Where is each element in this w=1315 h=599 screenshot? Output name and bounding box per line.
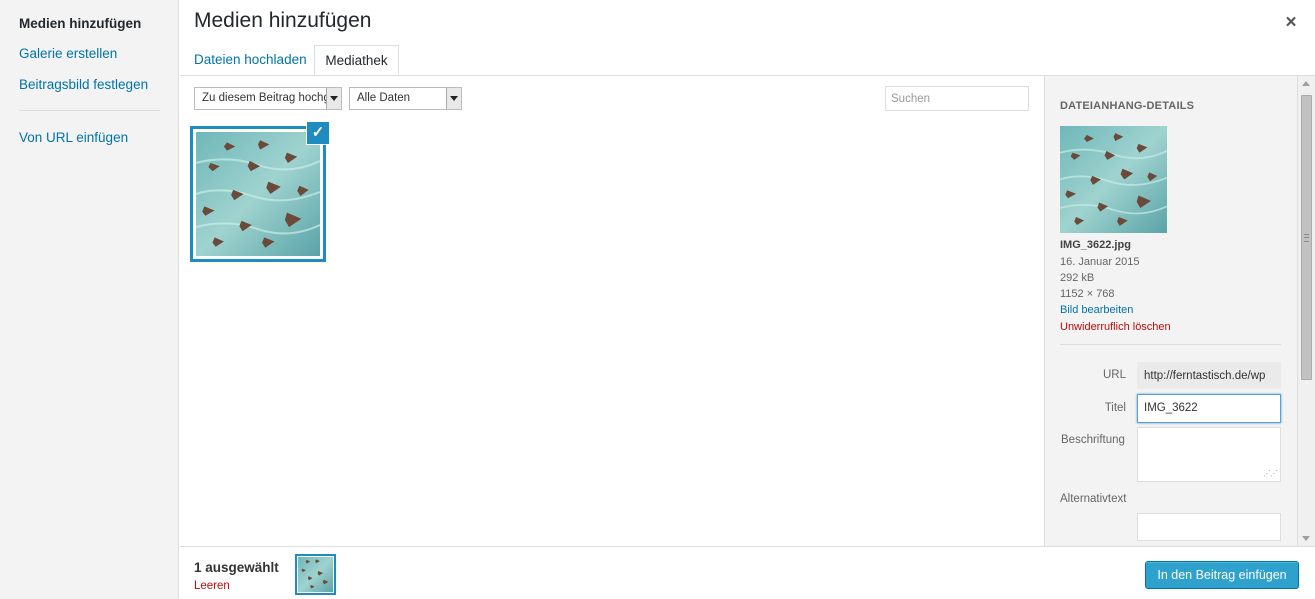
menu-item-create-gallery[interactable]: Galerie erstellen (19, 46, 117, 61)
details-filename: IMG_3622.jpg (1060, 239, 1131, 251)
tab-media-library[interactable]: Mediathek (314, 45, 399, 75)
page-title: Medien hinzufügen (194, 9, 372, 32)
attachment-details-heading: DATEIANHANG-DETAILS (1060, 100, 1195, 112)
attachment-filter-select[interactable]: Zu diesem Beitrag hochgeladen (194, 87, 342, 110)
close-icon[interactable]: × (1280, 12, 1302, 34)
caption-field[interactable]: ⋰⋰ (1137, 427, 1281, 482)
sidebar-scrollbar[interactable] (1297, 76, 1315, 546)
details-thumbnail (1060, 126, 1167, 233)
scrollbar-grip-icon (1304, 234, 1309, 242)
details-dimensions: 1152 × 768 (1060, 288, 1115, 300)
edit-image-link[interactable]: Bild bearbeiten (1060, 304, 1133, 316)
url-field[interactable]: http://ferntastisch.de/wp (1137, 362, 1281, 389)
details-divider (1060, 344, 1281, 345)
search-input[interactable] (885, 86, 1029, 111)
chevron-down-icon (326, 88, 341, 109)
media-frame-menu: Medien hinzufügen Galerie erstellen Beit… (0, 0, 179, 599)
attachment-thumbnail[interactable] (190, 126, 326, 262)
title-label: Titel (1104, 402, 1126, 414)
caption-label: Beschriftung (1061, 434, 1125, 446)
date-filter-value: Alle Daten (357, 92, 411, 104)
stingray-photo (298, 557, 333, 592)
delete-permanently-link[interactable]: Unwiderruflich löschen (1060, 321, 1171, 333)
menu-item-insert-from-url[interactable]: Von URL einfügen (19, 130, 128, 145)
resize-grip-icon[interactable]: ⋰⋰ (1263, 469, 1278, 478)
scroll-up-icon[interactable] (1302, 81, 1310, 86)
selection-count: 1 ausgewählt (194, 560, 279, 575)
stingray-photo (1060, 126, 1167, 233)
stingray-photo (196, 132, 320, 256)
alt-text-label: Alternativtext (1060, 493, 1127, 505)
checkmark-icon[interactable]: ✓ (306, 121, 330, 145)
scroll-down-icon[interactable] (1302, 536, 1310, 541)
scrollbar-thumb[interactable] (1301, 95, 1312, 380)
url-label: URL (1102, 369, 1126, 381)
tab-upload-files[interactable]: Dateien hochladen (185, 45, 316, 75)
menu-separator (19, 110, 160, 111)
alt-text-field[interactable] (1137, 513, 1281, 541)
clear-selection-link[interactable]: Leeren (194, 580, 230, 592)
menu-item-set-featured-image[interactable]: Beitragsbild festlegen (19, 77, 148, 92)
chevron-down-icon (446, 88, 461, 109)
details-filesize: 292 kB (1060, 272, 1095, 284)
insert-into-post-button[interactable]: In den Beitrag einfügen (1145, 561, 1299, 589)
selection-thumbnail[interactable] (295, 554, 336, 595)
attachment-filter-value: Zu diesem Beitrag hochgeladen (202, 92, 341, 104)
details-date: 16. Januar 2015 (1060, 256, 1140, 268)
date-filter-select[interactable]: Alle Daten (349, 87, 462, 110)
title-field[interactable]: IMG_3622 (1137, 394, 1281, 423)
menu-item-add-media[interactable]: Medien hinzufügen (19, 16, 141, 31)
